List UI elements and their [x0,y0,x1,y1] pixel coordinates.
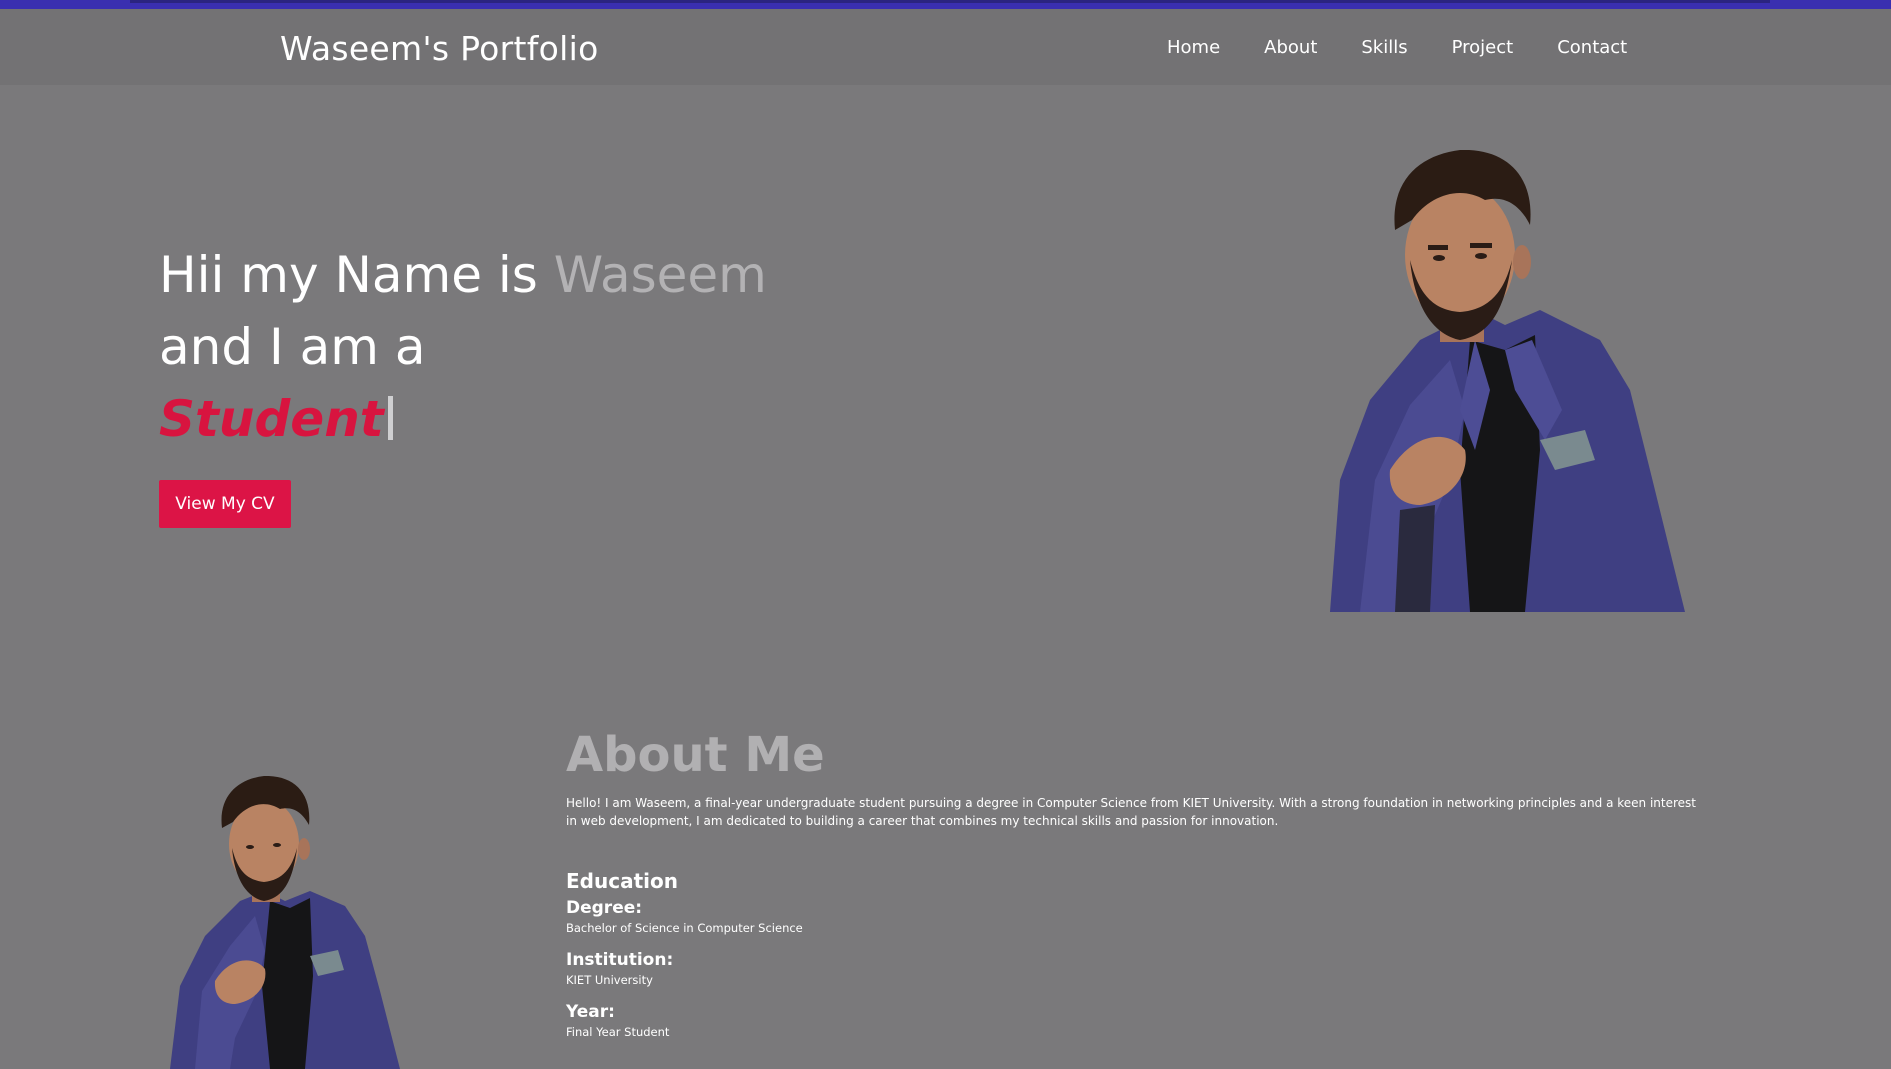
hero-role: Student [159,390,384,448]
year-label: Year: [566,1002,615,1022]
education-title: Education [566,869,678,893]
hero-second-line: and I am a [159,318,426,376]
nav-link-contact[interactable]: Contact [1557,37,1627,58]
typing-cursor [387,396,393,440]
nav-link-home[interactable]: Home [1167,37,1220,58]
nav-links: Home About Skills Project Contact [1167,37,1671,58]
top-accent-bar [0,0,1891,9]
brand-title[interactable]: Waseem's Portfolio [280,29,599,68]
about-title: About Me [566,727,825,783]
hero-role-line: Student [159,383,393,455]
hero-intro-line: Hii my Name is Waseem [159,239,767,311]
hero-portrait-image [1330,150,1685,612]
degree-label: Degree: [566,898,643,918]
hero-intro-text: Hii my Name is [159,246,554,304]
nav-link-about[interactable]: About [1264,37,1317,58]
nav-link-skills[interactable]: Skills [1361,37,1407,58]
top-accent-bar-inner [130,0,1770,3]
hero-name: Waseem [553,246,767,304]
view-cv-button[interactable]: View My CV [159,480,291,528]
about-description: Hello! I am Waseem, a final-year undergr… [566,796,1696,828]
institution-value: KIET University [566,973,653,987]
year-value: Final Year Student [566,1025,670,1039]
nav-link-project[interactable]: Project [1452,37,1514,58]
degree-value: Bachelor of Science in Computer Science [566,921,803,935]
institution-label: Institution: [566,950,674,970]
navbar: Waseem's Portfolio Home About Skills Pro… [0,9,1891,85]
about-portrait-image [170,776,400,1069]
